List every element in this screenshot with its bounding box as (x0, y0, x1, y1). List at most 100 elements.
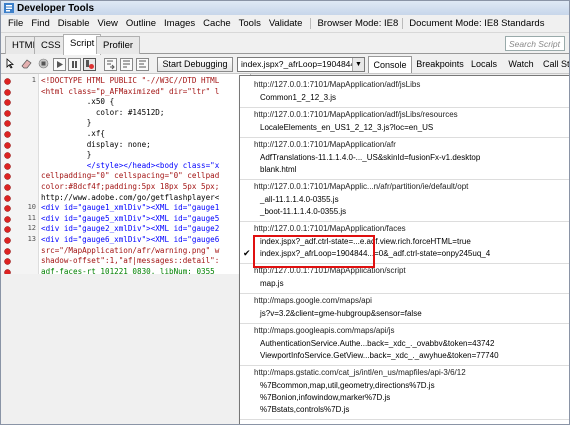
breakpoint-marker-icon[interactable] (4, 258, 11, 265)
code-line: .xf{ (41, 129, 106, 138)
menu-document-mode[interactable]: Document Mode: IE8 Standards (402, 18, 548, 29)
gutter-line[interactable] (1, 182, 39, 193)
breakpoint-marker-icon[interactable] (4, 269, 11, 274)
script-entry[interactable]: %7Bcommon,map,util,geometry,directions%7… (260, 381, 435, 390)
gutter-line[interactable] (1, 108, 39, 119)
step-out-button[interactable] (136, 58, 149, 71)
search-script-input[interactable]: Search Script (505, 36, 565, 51)
menu-tools[interactable]: Tools (235, 18, 265, 29)
start-debugging-button[interactable]: Start Debugging (157, 57, 233, 72)
line-number: 10 (27, 203, 36, 212)
gutter-line[interactable] (1, 140, 39, 151)
script-entry[interactable]: %7Bstats,controls%7D.js (260, 405, 349, 414)
gutter-line[interactable] (1, 150, 39, 161)
breakpoint-marker-icon[interactable] (4, 131, 11, 138)
tab-call-stack[interactable]: Call St (543, 56, 569, 73)
clear-browser-cache-button[interactable] (21, 58, 34, 71)
break-on-error-button[interactable] (83, 58, 96, 71)
breakpoint-marker-icon[interactable] (4, 110, 11, 117)
breakpoint-marker-icon[interactable] (4, 163, 11, 170)
gutter-line[interactable]: 12 (1, 224, 39, 235)
breakpoint-marker-icon[interactable] (4, 237, 11, 244)
script-entry[interactable]: _all-11.1.1.4.0-0355.js (260, 195, 339, 204)
script-entry[interactable]: index.jspx?_afrLoop=1904844...=0&_adf.ct… (260, 249, 490, 258)
script-entry[interactable]: AuthenticationService.Authe...back=_xdc_… (260, 339, 494, 348)
menu-cache[interactable]: Cache (199, 18, 234, 29)
code-line: shadow-offset":1,"af|messages::detail": (41, 256, 220, 266)
menu-images[interactable]: Images (160, 18, 199, 29)
script-group-header: http://127.0.0.1:7101/MapApplic...n/afr/… (254, 182, 469, 191)
code-line: <div id="gauge1_xmlDiv"><XML id="gauge1 (41, 203, 220, 213)
script-select-value: index.jspx?_afrLoop=1904844… (241, 59, 364, 69)
breakpoint-marker-icon[interactable] (4, 120, 11, 128)
breakpoint-marker-icon[interactable] (4, 205, 11, 212)
gutter-line[interactable] (1, 171, 39, 182)
menu-view[interactable]: View (93, 18, 121, 29)
menu-find[interactable]: Find (27, 18, 53, 29)
gutter-line[interactable]: 13 (1, 235, 39, 246)
script-entry[interactable]: AdfTranslations-11.1.1.4.0-..._US&skinId… (260, 153, 480, 162)
script-entry[interactable]: blank.html (260, 165, 296, 174)
gutter-line[interactable] (1, 129, 39, 140)
gutter-line[interactable]: 1 (1, 76, 39, 87)
gutter-line[interactable] (1, 87, 39, 98)
breakpoint-marker-icon[interactable] (4, 216, 11, 223)
menu-browser-mode[interactable]: Browser Mode: IE8 (310, 18, 402, 29)
script-entry[interactable]: LocaleElements_en_US1_2_12_3.js?loc=en_U… (260, 123, 433, 132)
gutter-line[interactable] (1, 193, 39, 204)
step-into-button[interactable] (104, 58, 117, 71)
gutter-line[interactable]: 10 (1, 203, 39, 214)
breakpoint-marker-icon[interactable] (4, 141, 11, 149)
script-entry[interactable]: _boot-11.1.1.4.0-0355.js (260, 207, 346, 216)
breakpoint-marker-icon[interactable] (4, 184, 11, 191)
script-source-editor[interactable]: 1 10 11 12 13 <!DOCTYPE HTML PUBLIC "-//W3C/… (1, 74, 251, 274)
code-line: <!DOCTYPE HTML PUBLIC "-//W3C//DTD HTML (41, 76, 220, 85)
breakpoint-marker-icon[interactable] (4, 99, 11, 106)
tab-locals[interactable]: Locals (469, 56, 499, 73)
menu-outline[interactable]: Outline (122, 18, 160, 29)
gutter-line[interactable] (1, 161, 39, 172)
tab-profiler[interactable]: Profiler (96, 36, 141, 54)
breakpoint-marker-icon[interactable] (4, 173, 11, 181)
break-on-error-icon (86, 60, 94, 69)
breakpoint-marker-icon[interactable] (4, 152, 11, 159)
gutter-line[interactable] (1, 267, 39, 274)
gutter-line[interactable]: 11 (1, 214, 39, 225)
script-select-dropdown[interactable]: index.jspx?_afrLoop=1904844… ▼ (237, 57, 365, 72)
script-entry[interactable]: Common1_2_12_3.js (260, 93, 336, 102)
tab-breakpoints[interactable]: Breakpoints (413, 56, 467, 73)
menu-file[interactable]: File (4, 18, 27, 29)
stop-debugging-button[interactable] (38, 58, 51, 71)
script-entry[interactable]: js?v=3.2&client=gme-hubgroup&sensor=fals… (260, 309, 422, 318)
script-entry[interactable]: ViewportInfoService.GetView...back=_xdc_… (260, 351, 499, 360)
script-list-dropdown[interactable]: http://127.0.0.1:7101/MapApplication/adf… (239, 75, 569, 424)
script-entry[interactable]: map.js (260, 279, 284, 288)
breakpoint-marker-icon[interactable] (4, 88, 11, 96)
break-all-button[interactable] (68, 58, 81, 71)
select-element-button[interactable] (5, 58, 18, 71)
line-number-gutter[interactable]: 1 10 11 12 13 (1, 74, 39, 274)
script-entry[interactable]: %7Bonion,infowindow,marker%7D.js (260, 393, 390, 402)
gutter-line[interactable] (1, 118, 39, 129)
code-line: <html class="p_AFMaximized" dir="ltr" l (41, 86, 220, 96)
developer-tools-window: Developer Tools File Find Disable View O… (0, 0, 570, 425)
menu-disable[interactable]: Disable (54, 18, 94, 29)
tab-watch[interactable]: Watch (506, 56, 536, 73)
gutter-line[interactable] (1, 97, 39, 108)
script-entry[interactable]: index.jspx?_adf.ctrl-state=...e.adf.view… (260, 237, 471, 246)
breakpoint-marker-icon[interactable] (4, 226, 11, 234)
menu-validate[interactable]: Validate (265, 18, 307, 29)
gutter-line[interactable] (1, 246, 39, 257)
continue-button[interactable] (53, 58, 66, 71)
code-line: </style></head><body class="x (41, 160, 220, 170)
line-number: 1 (31, 76, 36, 84)
script-toolbar: Start Debugging index.jspx?_afrLoop=1904… (1, 55, 569, 74)
breakpoint-marker-icon[interactable] (4, 78, 11, 85)
code-line: <div id="gauge5_xmlDiv"><XML id="gauge5 (41, 213, 220, 223)
script-group-header: http://maps.gstatic.com/cat_js/intl/en_u… (254, 368, 466, 377)
breakpoint-marker-icon[interactable] (4, 247, 11, 255)
gutter-line[interactable] (1, 256, 39, 267)
tab-console[interactable]: Console (368, 56, 412, 73)
step-over-button[interactable] (120, 58, 133, 71)
breakpoint-marker-icon[interactable] (4, 194, 11, 202)
